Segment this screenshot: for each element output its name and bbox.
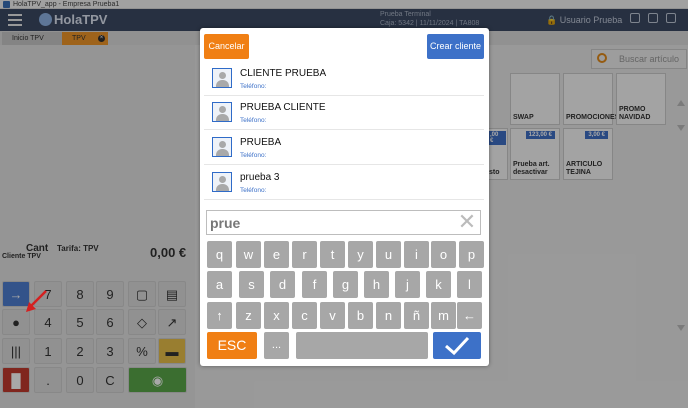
avatar-icon: [212, 172, 232, 192]
pointer-arrow-icon: [26, 290, 47, 312]
key-backspace[interactable]: ←: [457, 302, 482, 329]
client-row[interactable]: PRUEBA Teléfono:: [204, 131, 484, 165]
key-f[interactable]: f: [302, 271, 327, 298]
key-a[interactable]: a: [207, 271, 232, 298]
client-row[interactable]: PRUEBA CLIENTE Teléfono:: [204, 96, 484, 130]
client-phone: Teléfono:: [240, 187, 267, 194]
key-p[interactable]: p: [459, 241, 484, 268]
key-e[interactable]: e: [264, 241, 289, 268]
key-j[interactable]: j: [395, 271, 420, 298]
key-h[interactable]: h: [364, 271, 389, 298]
client-row[interactable]: CLIENTE PRUEBA Teléfono:: [204, 62, 484, 96]
key-x[interactable]: x: [264, 302, 289, 329]
key-z[interactable]: z: [236, 302, 261, 329]
client-name: CLIENTE PRUEBA: [240, 68, 327, 79]
esc-key[interactable]: ESC: [207, 332, 257, 359]
search-value: prue: [210, 215, 241, 231]
key-o[interactable]: o: [431, 241, 456, 268]
client-name: PRUEBA: [240, 137, 282, 148]
avatar-icon: [212, 68, 232, 88]
dots-key[interactable]: ...: [264, 332, 289, 359]
key-u[interactable]: u: [376, 241, 401, 268]
key-y[interactable]: y: [348, 241, 373, 268]
cancel-button[interactable]: Cancelar: [204, 34, 249, 59]
create-client-button[interactable]: Crear cliente: [427, 34, 484, 59]
check-icon: [445, 336, 470, 356]
key-ñ[interactable]: ñ: [404, 302, 429, 329]
key-v[interactable]: v: [320, 302, 345, 329]
avatar-icon: [212, 137, 232, 157]
space-key[interactable]: [296, 332, 428, 359]
key-k[interactable]: k: [426, 271, 451, 298]
key-w[interactable]: w: [236, 241, 261, 268]
client-list: CLIENTE PRUEBA Teléfono: PRUEBA CLIENTE …: [204, 62, 484, 200]
client-phone: Teléfono:: [240, 83, 267, 90]
client-search-input[interactable]: prue ✕: [206, 210, 481, 235]
key-shift[interactable]: ↑: [207, 302, 232, 329]
avatar-icon: [212, 102, 232, 122]
key-q[interactable]: q: [207, 241, 232, 268]
client-name: PRUEBA CLIENTE: [240, 102, 326, 113]
key-g[interactable]: g: [333, 271, 358, 298]
client-row[interactable]: prueba 3 Teléfono:: [204, 166, 484, 200]
key-n[interactable]: n: [376, 302, 401, 329]
client-phone: Teléfono:: [240, 152, 267, 159]
key-b[interactable]: b: [348, 302, 373, 329]
key-t[interactable]: t: [320, 241, 345, 268]
key-l[interactable]: l: [457, 271, 482, 298]
key-s[interactable]: s: [239, 271, 264, 298]
client-name: prueba 3: [240, 172, 280, 183]
key-d[interactable]: d: [270, 271, 295, 298]
key-r[interactable]: r: [292, 241, 317, 268]
client-phone: Teléfono:: [240, 117, 267, 124]
key-c[interactable]: c: [292, 302, 317, 329]
key-i[interactable]: i: [404, 241, 429, 268]
confirm-check-button[interactable]: [433, 332, 481, 359]
clear-search-icon[interactable]: ✕: [456, 211, 478, 234]
key-m[interactable]: m: [431, 302, 456, 329]
